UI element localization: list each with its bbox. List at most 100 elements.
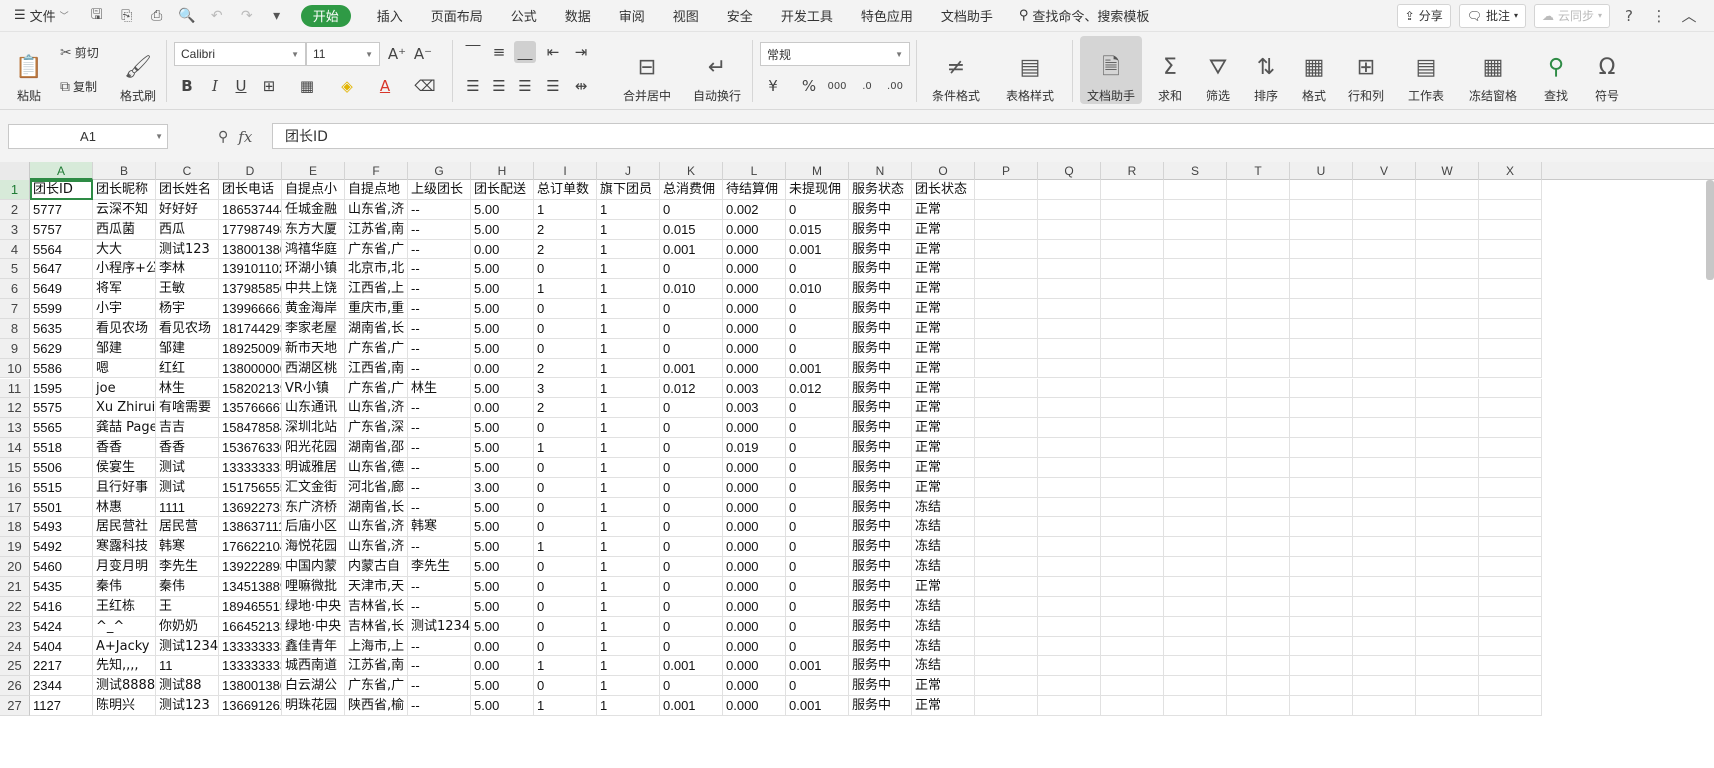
cell-G27[interactable]: -- — [408, 696, 471, 716]
cell-B1[interactable]: 团长昵称 — [93, 180, 156, 200]
cell-S23[interactable] — [1164, 616, 1227, 637]
cell-U12[interactable] — [1290, 398, 1353, 419]
cell-E11[interactable]: VR小镇 — [282, 378, 345, 399]
cell-S6[interactable] — [1164, 279, 1227, 300]
row-header[interactable]: 13 — [0, 418, 30, 439]
cell-K27[interactable]: 0.001 — [660, 696, 723, 716]
cell-J25[interactable]: 1 — [597, 656, 660, 677]
cell-S10[interactable] — [1164, 358, 1227, 379]
cell-O15[interactable]: 正常 — [912, 457, 975, 478]
cell-A6[interactable]: 5649 — [30, 279, 93, 300]
cell-L16[interactable]: 0.000 — [723, 477, 786, 498]
cell-P13[interactable] — [975, 418, 1038, 439]
cell-P15[interactable] — [975, 457, 1038, 478]
cell-K5[interactable]: 0 — [660, 259, 723, 280]
cell-D11[interactable]: 158202139 — [219, 378, 282, 399]
cell-E26[interactable]: 白云湖公 — [282, 676, 345, 697]
cell-M19[interactable]: 0 — [786, 537, 849, 558]
cell-N18[interactable]: 服务中 — [849, 517, 912, 538]
help-icon[interactable]: ? — [1618, 7, 1640, 25]
cell-Q8[interactable] — [1038, 318, 1101, 339]
column-header-H[interactable]: H — [471, 162, 534, 180]
cell-A21[interactable]: 5435 — [30, 577, 93, 597]
cell-X5[interactable] — [1479, 259, 1542, 280]
row-header[interactable]: 17 — [0, 497, 30, 518]
export-icon[interactable]: ⎘ — [117, 8, 137, 24]
cell-H16[interactable]: 3.00 — [471, 477, 534, 498]
cell-fill-icon[interactable]: ▦ — [296, 75, 318, 97]
cell-C18[interactable]: 居民营 — [156, 517, 219, 538]
cell-N2[interactable]: 服务中 — [849, 199, 912, 220]
cell-X16[interactable] — [1479, 477, 1542, 498]
align-middle-icon[interactable]: ≡ — [488, 41, 510, 63]
cell-K19[interactable]: 0 — [660, 537, 723, 558]
cell-D27[interactable]: 136691262 — [219, 696, 282, 716]
cell-E5[interactable]: 环湖小镇 — [282, 259, 345, 280]
cell-B26[interactable]: 测试8888 — [93, 676, 156, 697]
cell-O13[interactable]: 正常 — [912, 418, 975, 439]
cell-F1[interactable]: 自提点地 — [345, 180, 408, 200]
customize-icon[interactable]: ▾ — [267, 8, 287, 24]
cell-H14[interactable]: 5.00 — [471, 438, 534, 458]
cell-U1[interactable] — [1290, 180, 1353, 200]
cell-F17[interactable]: 湖南省,长 — [345, 497, 408, 518]
cell-D21[interactable]: 134513889 — [219, 577, 282, 597]
cell-I9[interactable]: 0 — [534, 338, 597, 359]
cell-T21[interactable] — [1227, 577, 1290, 597]
cell-E8[interactable]: 李家老屋 — [282, 318, 345, 339]
cell-F8[interactable]: 湖南省,长 — [345, 318, 408, 339]
cell-G6[interactable]: -- — [408, 279, 471, 300]
cell-K17[interactable]: 0 — [660, 497, 723, 518]
cell-G10[interactable]: -- — [408, 358, 471, 379]
cell-F15[interactable]: 山东省,德 — [345, 457, 408, 478]
cell-C19[interactable]: 韩寒 — [156, 537, 219, 558]
cell-F4[interactable]: 广东省,广 — [345, 239, 408, 260]
cell-C4[interactable]: 测试123 — [156, 239, 219, 260]
row-header[interactable]: 19 — [0, 537, 30, 558]
row-header[interactable]: 25 — [0, 656, 30, 677]
cell-Q14[interactable] — [1038, 438, 1101, 458]
align-top-icon[interactable]: ⎺ — [462, 41, 484, 63]
cell-P25[interactable] — [975, 656, 1038, 677]
cell-S2[interactable] — [1164, 199, 1227, 220]
cell-P14[interactable] — [975, 438, 1038, 458]
cell-X4[interactable] — [1479, 239, 1542, 260]
cell-S18[interactable] — [1164, 517, 1227, 538]
column-header-B[interactable]: B — [93, 162, 156, 180]
cell-D15[interactable]: 133333333 — [219, 457, 282, 478]
cell-G25[interactable]: -- — [408, 656, 471, 677]
cell-C27[interactable]: 测试123 — [156, 696, 219, 716]
cell-S13[interactable] — [1164, 418, 1227, 439]
sum-button[interactable]: Σ 求和 — [1148, 36, 1192, 104]
cell-K14[interactable]: 0 — [660, 438, 723, 458]
column-header-W[interactable]: W — [1416, 162, 1479, 180]
cell-W9[interactable] — [1416, 338, 1479, 359]
cell-T5[interactable] — [1227, 259, 1290, 280]
cell-P23[interactable] — [975, 616, 1038, 637]
row-header[interactable]: 10 — [0, 358, 30, 379]
cell-R2[interactable] — [1101, 199, 1164, 220]
number-format-select[interactable]: 常规 ▼ — [760, 42, 910, 66]
increase-font-icon[interactable]: A⁺ — [386, 43, 408, 65]
cell-A18[interactable]: 5493 — [30, 517, 93, 538]
cell-A26[interactable]: 2344 — [30, 676, 93, 697]
cell-W14[interactable] — [1416, 438, 1479, 458]
cell-Q18[interactable] — [1038, 517, 1101, 538]
cell-N3[interactable]: 服务中 — [849, 219, 912, 240]
cell-C20[interactable]: 李先生 — [156, 557, 219, 577]
cell-K15[interactable]: 0 — [660, 457, 723, 478]
cell-D10[interactable]: 138000000 — [219, 358, 282, 379]
cell-S12[interactable] — [1164, 398, 1227, 419]
cell-G23[interactable]: 测试12345 — [408, 616, 471, 637]
cell-L24[interactable]: 0.000 — [723, 636, 786, 657]
cell-R1[interactable] — [1101, 180, 1164, 200]
cell-F12[interactable]: 山东省,济 — [345, 398, 408, 419]
cell-U6[interactable] — [1290, 279, 1353, 300]
cell-S8[interactable] — [1164, 318, 1227, 339]
cell-Q24[interactable] — [1038, 636, 1101, 657]
cell-L27[interactable]: 0.000 — [723, 696, 786, 716]
cell-I15[interactable]: 0 — [534, 457, 597, 478]
column-header-S[interactable]: S — [1164, 162, 1227, 180]
row-header[interactable]: 27 — [0, 696, 30, 716]
tab-5[interactable]: 审阅 — [605, 0, 659, 31]
